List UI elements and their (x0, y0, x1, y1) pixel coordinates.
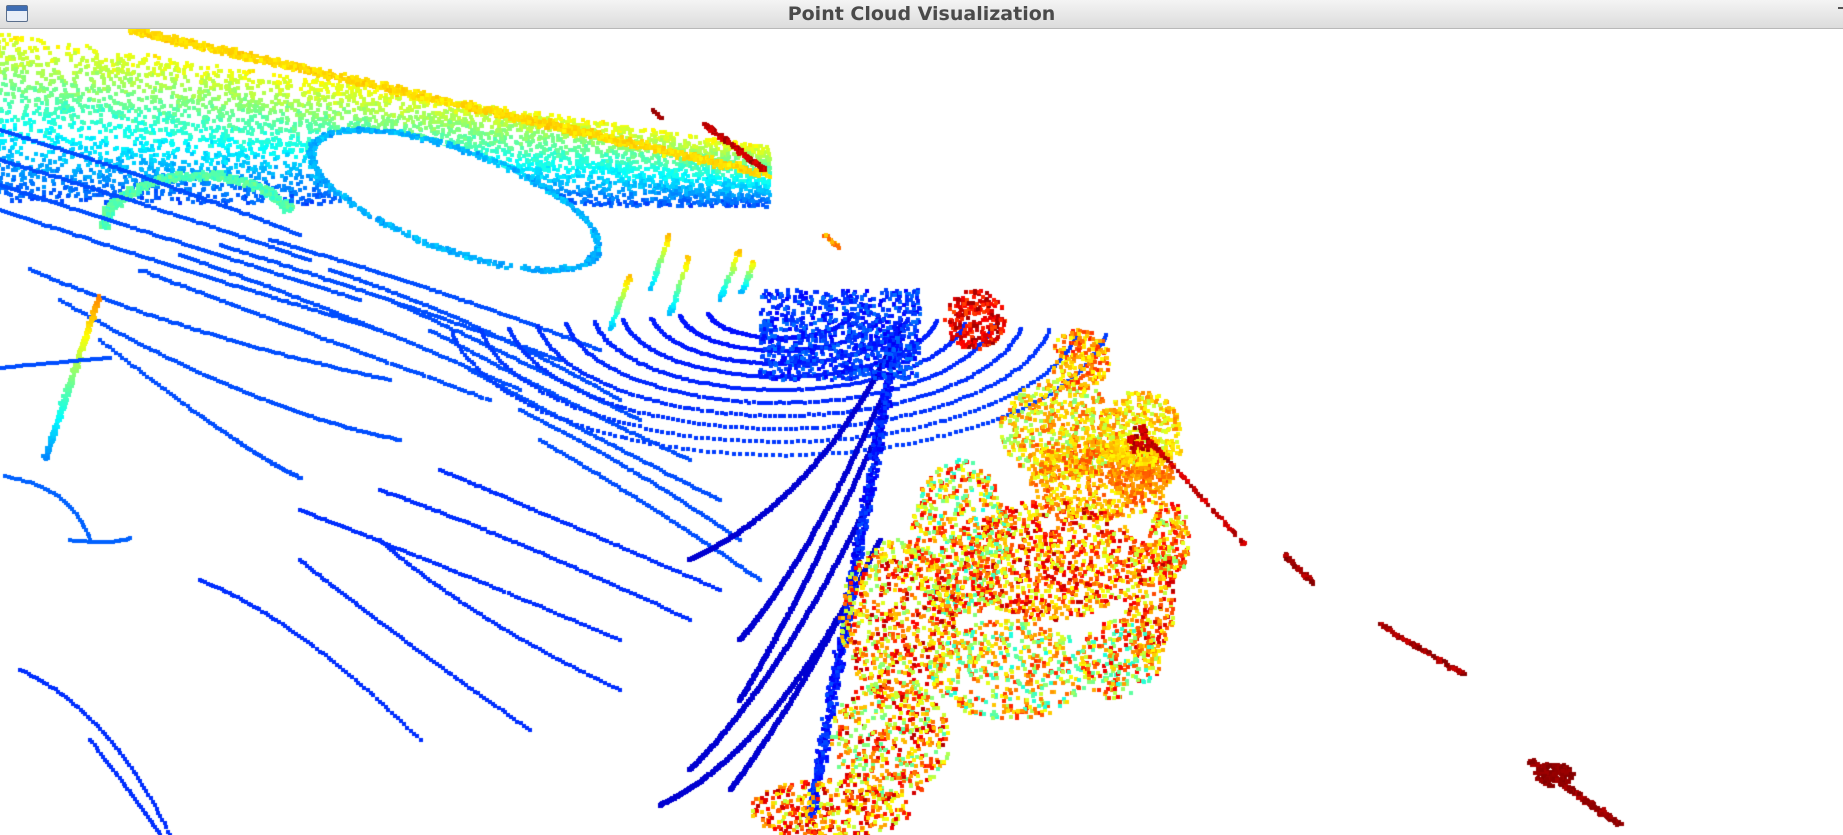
point-cloud-canvas[interactable] (0, 29, 1843, 835)
window-title: Point Cloud Visualization (787, 3, 1056, 25)
point-cloud-viewport[interactable] (0, 29, 1843, 835)
window-edge-mark (1838, 7, 1843, 9)
point-cloud-window: Point Cloud Visualization (0, 0, 1843, 835)
title-bar[interactable]: Point Cloud Visualization (0, 0, 1843, 29)
